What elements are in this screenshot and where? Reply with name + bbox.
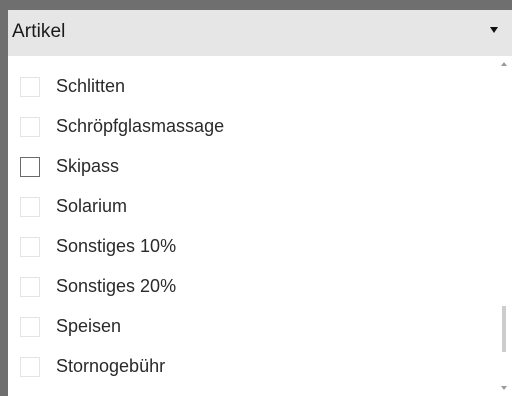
checkbox[interactable] [20, 77, 40, 97]
list-item-speisen[interactable]: Speisen [8, 307, 496, 347]
list-item-sonstiges-20[interactable]: Sonstiges 20% [8, 267, 496, 307]
list-item-sonstiges-10[interactable]: Sonstiges 10% [8, 227, 496, 267]
list-item-label: Skipass [56, 156, 120, 176]
list-item-label: Sonstiges 10% [56, 236, 177, 256]
list-item-skipass[interactable]: Skipass [8, 147, 496, 187]
dropdown-selected-label: Artikel [12, 21, 66, 42]
checkbox[interactable] [20, 197, 40, 217]
list-item-schroepfglasmassage[interactable]: Schröpfglasmassage [8, 107, 496, 147]
frame-left-border [0, 0, 8, 396]
list-item-label: Stornogebühr [56, 356, 166, 376]
frame-top-border [0, 0, 512, 10]
vertical-scrollbar[interactable] [496, 56, 512, 396]
list-item-label: Solarium [56, 196, 128, 216]
scroll-down-arrow-icon[interactable] [501, 386, 507, 390]
list-item-schlitten[interactable]: Schlitten [8, 67, 496, 107]
scroll-up-arrow-icon[interactable] [501, 62, 507, 66]
dropdown-header[interactable]: Artikel [8, 10, 512, 56]
checkbox[interactable] [20, 237, 40, 257]
artikel-filter-dropdown: Artikel Schlitten Schröpfglasmassage Ski… [0, 0, 512, 396]
checkbox[interactable] [20, 317, 40, 337]
checkbox[interactable] [20, 117, 40, 137]
list-item-solarium[interactable]: Solarium [8, 187, 496, 227]
caret-down-icon[interactable] [490, 27, 498, 33]
list-item-label: Speisen [56, 316, 122, 336]
list-item-label: Schlitten [56, 76, 126, 96]
scrollbar-thumb[interactable] [502, 306, 506, 352]
dropdown-list-panel: Schlitten Schröpfglasmassage Skipass Sol… [8, 56, 512, 396]
list-item-stornogebuehr[interactable]: Stornogebühr [8, 347, 496, 387]
checkbox[interactable] [20, 357, 40, 377]
checkbox[interactable] [20, 277, 40, 297]
list-item-label: Sonstiges 20% [56, 276, 177, 296]
checkbox[interactable] [20, 157, 40, 177]
list-item-label: Schröpfglasmassage [56, 116, 225, 136]
